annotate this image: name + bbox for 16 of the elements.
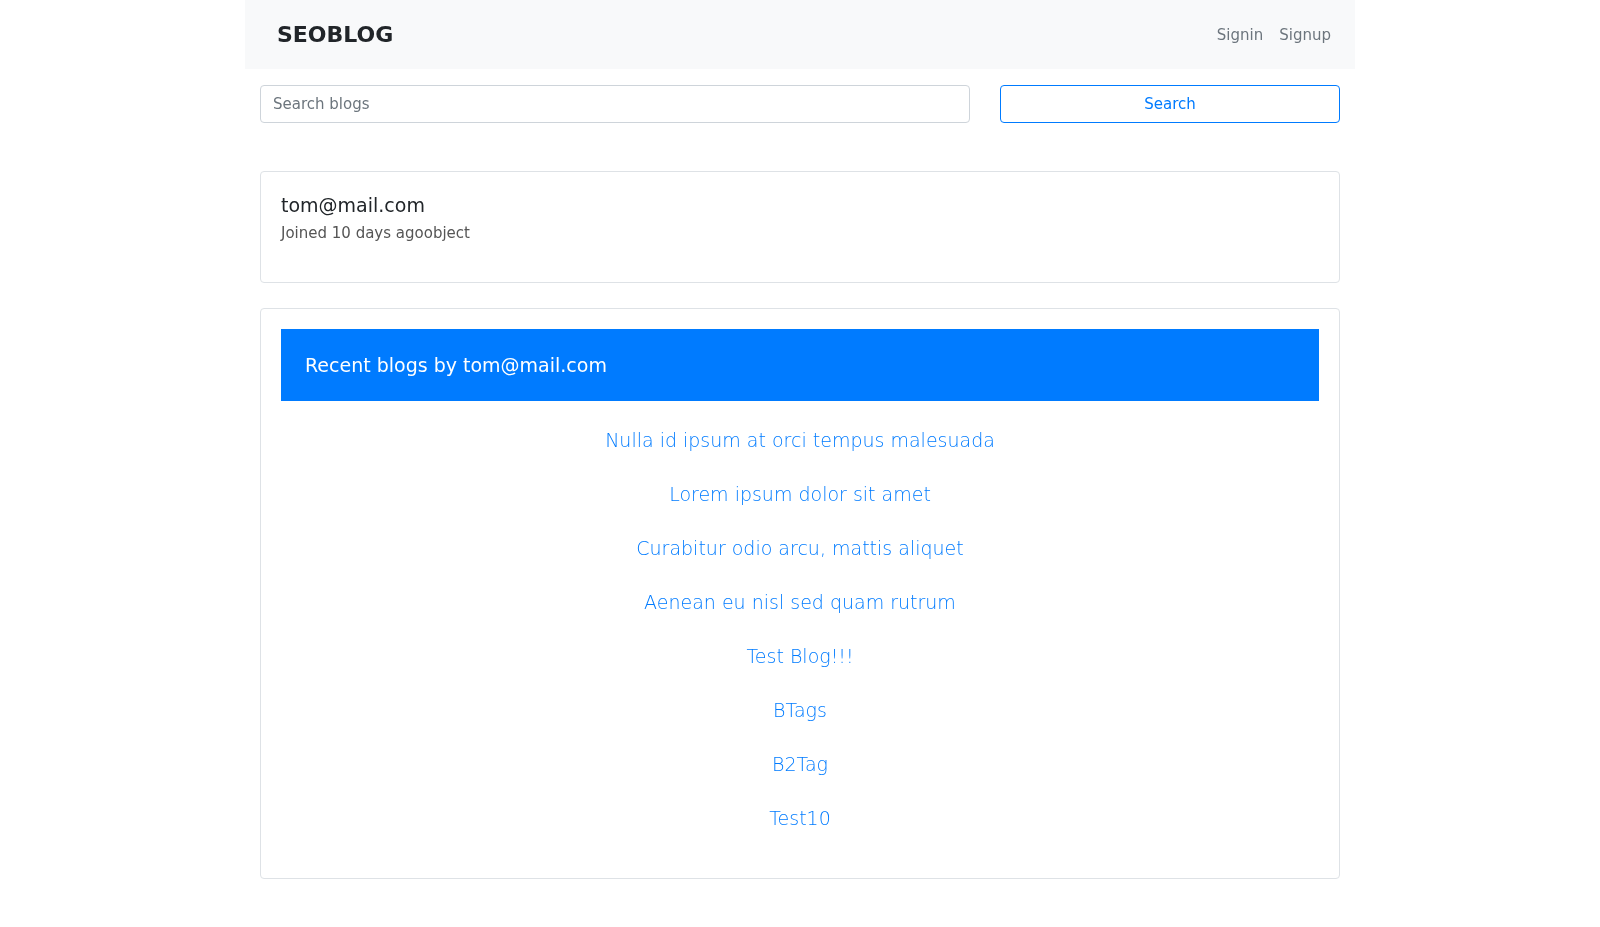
joined-text: Joined 10 days agoobject xyxy=(281,224,471,242)
blog-link[interactable]: Lorem ipsum dolor sit amet xyxy=(669,481,931,508)
blog-link[interactable]: Nulla id ipsum at orci tempus malesuada xyxy=(605,427,995,454)
blog-link[interactable]: Test Blog!!! xyxy=(746,643,854,670)
blog-link[interactable]: Curabitur odio arcu, mattis aliquet xyxy=(636,535,964,562)
search-button[interactable]: Search xyxy=(1000,85,1340,123)
brand-link[interactable]: SEOBLOG xyxy=(277,22,394,47)
nav-link[interactable]: Signup xyxy=(1279,25,1331,44)
search-field[interactable]: Search blogs xyxy=(260,85,970,123)
nav-link[interactable]: Signin xyxy=(1216,25,1264,44)
blog-link[interactable]: B2Tag xyxy=(771,751,828,778)
recent-blogs-heading: Recent blogs by tom@mail.com xyxy=(281,329,1319,401)
blog-link[interactable]: BTags xyxy=(773,697,827,724)
blog-link[interactable]: Test10 xyxy=(769,805,831,832)
user-email: tom@mail.com xyxy=(281,194,426,216)
blog-link[interactable]: Aenean eu nisl sed quam rutrum xyxy=(644,589,956,616)
